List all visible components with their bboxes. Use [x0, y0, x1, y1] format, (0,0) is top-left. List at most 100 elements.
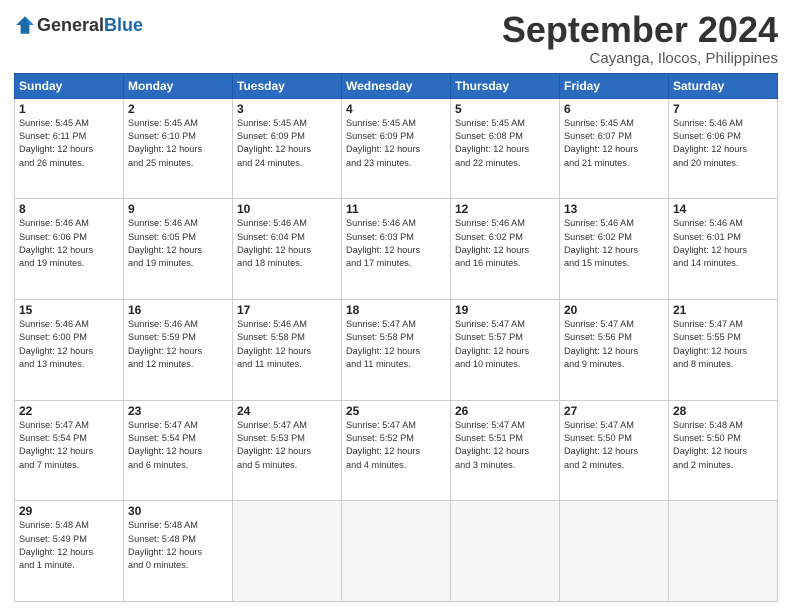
- calendar-cell: 1Sunrise: 5:45 AMSunset: 6:11 PMDaylight…: [15, 98, 124, 199]
- calendar-cell: 26Sunrise: 5:47 AMSunset: 5:51 PMDayligh…: [451, 400, 560, 501]
- calendar-cell: 27Sunrise: 5:47 AMSunset: 5:50 PMDayligh…: [560, 400, 669, 501]
- day-number: 26: [455, 404, 555, 418]
- day-info: Sunrise: 5:46 AMSunset: 6:02 PMDaylight:…: [455, 217, 555, 270]
- calendar-cell: 30Sunrise: 5:48 AMSunset: 5:48 PMDayligh…: [124, 501, 233, 602]
- day-info: Sunrise: 5:46 AMSunset: 6:05 PMDaylight:…: [128, 217, 228, 270]
- day-number: 12: [455, 202, 555, 216]
- day-info: Sunrise: 5:46 AMSunset: 6:02 PMDaylight:…: [564, 217, 664, 270]
- calendar-week-5: 29Sunrise: 5:48 AMSunset: 5:49 PMDayligh…: [15, 501, 778, 602]
- day-info: Sunrise: 5:46 AMSunset: 6:03 PMDaylight:…: [346, 217, 446, 270]
- day-info: Sunrise: 5:47 AMSunset: 5:51 PMDaylight:…: [455, 419, 555, 472]
- day-info: Sunrise: 5:48 AMSunset: 5:50 PMDaylight:…: [673, 419, 773, 472]
- day-number: 2: [128, 102, 228, 116]
- day-info: Sunrise: 5:47 AMSunset: 5:56 PMDaylight:…: [564, 318, 664, 371]
- calendar-cell: 24Sunrise: 5:47 AMSunset: 5:53 PMDayligh…: [233, 400, 342, 501]
- logo-text: GeneralBlue: [37, 15, 143, 36]
- day-info: Sunrise: 5:45 AMSunset: 6:08 PMDaylight:…: [455, 117, 555, 170]
- calendar-cell: 3Sunrise: 5:45 AMSunset: 6:09 PMDaylight…: [233, 98, 342, 199]
- calendar-cell: 14Sunrise: 5:46 AMSunset: 6:01 PMDayligh…: [669, 199, 778, 300]
- day-info: Sunrise: 5:45 AMSunset: 6:09 PMDaylight:…: [237, 117, 337, 170]
- day-info: Sunrise: 5:47 AMSunset: 5:50 PMDaylight:…: [564, 419, 664, 472]
- col-wednesday: Wednesday: [342, 73, 451, 98]
- day-info: Sunrise: 5:47 AMSunset: 5:57 PMDaylight:…: [455, 318, 555, 371]
- calendar-week-1: 1Sunrise: 5:45 AMSunset: 6:11 PMDaylight…: [15, 98, 778, 199]
- calendar-header-row: Sunday Monday Tuesday Wednesday Thursday…: [15, 73, 778, 98]
- col-saturday: Saturday: [669, 73, 778, 98]
- calendar-cell: 21Sunrise: 5:47 AMSunset: 5:55 PMDayligh…: [669, 299, 778, 400]
- calendar-cell: [342, 501, 451, 602]
- day-info: Sunrise: 5:48 AMSunset: 5:48 PMDaylight:…: [128, 519, 228, 572]
- month-title: September 2024: [502, 10, 778, 50]
- calendar-cell: 10Sunrise: 5:46 AMSunset: 6:04 PMDayligh…: [233, 199, 342, 300]
- calendar-cell: 9Sunrise: 5:46 AMSunset: 6:05 PMDaylight…: [124, 199, 233, 300]
- col-tuesday: Tuesday: [233, 73, 342, 98]
- calendar-cell: 2Sunrise: 5:45 AMSunset: 6:10 PMDaylight…: [124, 98, 233, 199]
- calendar-cell: 6Sunrise: 5:45 AMSunset: 6:07 PMDaylight…: [560, 98, 669, 199]
- calendar-cell: 8Sunrise: 5:46 AMSunset: 6:06 PMDaylight…: [15, 199, 124, 300]
- calendar-cell: [233, 501, 342, 602]
- col-friday: Friday: [560, 73, 669, 98]
- calendar-cell: 16Sunrise: 5:46 AMSunset: 5:59 PMDayligh…: [124, 299, 233, 400]
- day-info: Sunrise: 5:46 AMSunset: 6:00 PMDaylight:…: [19, 318, 119, 371]
- day-number: 22: [19, 404, 119, 418]
- location: Cayanga, Ilocos, Philippines: [502, 50, 778, 67]
- day-info: Sunrise: 5:46 AMSunset: 6:06 PMDaylight:…: [19, 217, 119, 270]
- day-number: 9: [128, 202, 228, 216]
- day-info: Sunrise: 5:45 AMSunset: 6:10 PMDaylight:…: [128, 117, 228, 170]
- day-number: 20: [564, 303, 664, 317]
- day-info: Sunrise: 5:48 AMSunset: 5:49 PMDaylight:…: [19, 519, 119, 572]
- day-number: 28: [673, 404, 773, 418]
- calendar-cell: 12Sunrise: 5:46 AMSunset: 6:02 PMDayligh…: [451, 199, 560, 300]
- calendar-cell: 19Sunrise: 5:47 AMSunset: 5:57 PMDayligh…: [451, 299, 560, 400]
- day-number: 6: [564, 102, 664, 116]
- day-number: 1: [19, 102, 119, 116]
- day-info: Sunrise: 5:45 AMSunset: 6:09 PMDaylight:…: [346, 117, 446, 170]
- day-info: Sunrise: 5:47 AMSunset: 5:54 PMDaylight:…: [128, 419, 228, 472]
- calendar-cell: 17Sunrise: 5:46 AMSunset: 5:58 PMDayligh…: [233, 299, 342, 400]
- calendar-cell: [669, 501, 778, 602]
- col-sunday: Sunday: [15, 73, 124, 98]
- day-number: 25: [346, 404, 446, 418]
- day-number: 19: [455, 303, 555, 317]
- calendar-week-4: 22Sunrise: 5:47 AMSunset: 5:54 PMDayligh…: [15, 400, 778, 501]
- day-info: Sunrise: 5:47 AMSunset: 5:53 PMDaylight:…: [237, 419, 337, 472]
- calendar-cell: [560, 501, 669, 602]
- calendar-cell: 28Sunrise: 5:48 AMSunset: 5:50 PMDayligh…: [669, 400, 778, 501]
- day-number: 21: [673, 303, 773, 317]
- day-number: 16: [128, 303, 228, 317]
- day-number: 10: [237, 202, 337, 216]
- calendar-cell: 4Sunrise: 5:45 AMSunset: 6:09 PMDaylight…: [342, 98, 451, 199]
- day-info: Sunrise: 5:46 AMSunset: 5:58 PMDaylight:…: [237, 318, 337, 371]
- calendar-cell: 22Sunrise: 5:47 AMSunset: 5:54 PMDayligh…: [15, 400, 124, 501]
- calendar-cell: 29Sunrise: 5:48 AMSunset: 5:49 PMDayligh…: [15, 501, 124, 602]
- calendar-table: Sunday Monday Tuesday Wednesday Thursday…: [14, 73, 778, 602]
- day-number: 7: [673, 102, 773, 116]
- day-number: 11: [346, 202, 446, 216]
- calendar-cell: 18Sunrise: 5:47 AMSunset: 5:58 PMDayligh…: [342, 299, 451, 400]
- day-number: 29: [19, 504, 119, 518]
- day-number: 23: [128, 404, 228, 418]
- calendar-cell: 15Sunrise: 5:46 AMSunset: 6:00 PMDayligh…: [15, 299, 124, 400]
- day-number: 15: [19, 303, 119, 317]
- calendar-cell: 7Sunrise: 5:46 AMSunset: 6:06 PMDaylight…: [669, 98, 778, 199]
- day-number: 30: [128, 504, 228, 518]
- day-number: 14: [673, 202, 773, 216]
- day-number: 24: [237, 404, 337, 418]
- day-number: 18: [346, 303, 446, 317]
- header: GeneralBlue September 2024 Cayanga, Iloc…: [14, 10, 778, 67]
- calendar-cell: 5Sunrise: 5:45 AMSunset: 6:08 PMDaylight…: [451, 98, 560, 199]
- calendar-cell: 25Sunrise: 5:47 AMSunset: 5:52 PMDayligh…: [342, 400, 451, 501]
- calendar-week-3: 15Sunrise: 5:46 AMSunset: 6:00 PMDayligh…: [15, 299, 778, 400]
- day-info: Sunrise: 5:47 AMSunset: 5:54 PMDaylight:…: [19, 419, 119, 472]
- calendar-cell: 13Sunrise: 5:46 AMSunset: 6:02 PMDayligh…: [560, 199, 669, 300]
- day-number: 5: [455, 102, 555, 116]
- calendar-cell: 11Sunrise: 5:46 AMSunset: 6:03 PMDayligh…: [342, 199, 451, 300]
- day-number: 4: [346, 102, 446, 116]
- day-info: Sunrise: 5:47 AMSunset: 5:52 PMDaylight:…: [346, 419, 446, 472]
- calendar-cell: [451, 501, 560, 602]
- day-info: Sunrise: 5:45 AMSunset: 6:07 PMDaylight:…: [564, 117, 664, 170]
- day-info: Sunrise: 5:46 AMSunset: 5:59 PMDaylight:…: [128, 318, 228, 371]
- day-number: 13: [564, 202, 664, 216]
- day-info: Sunrise: 5:46 AMSunset: 6:04 PMDaylight:…: [237, 217, 337, 270]
- day-number: 3: [237, 102, 337, 116]
